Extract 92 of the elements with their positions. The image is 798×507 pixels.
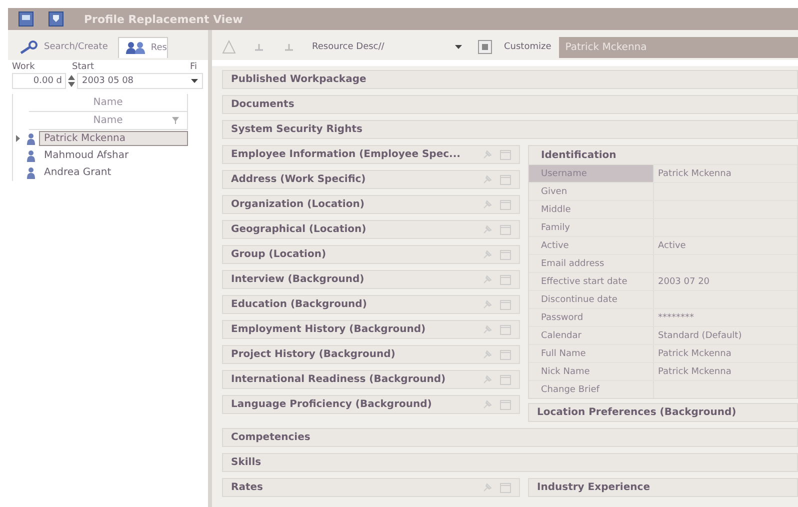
window-icon: [500, 274, 511, 284]
section-header[interactable]: Rates: [222, 478, 520, 497]
work-field[interactable]: 0.00 d: [12, 73, 66, 89]
window-icon: [18, 11, 34, 27]
column-label: Fi: [190, 62, 198, 72]
pin-icon: [482, 300, 492, 310]
pin-icon: [482, 150, 492, 160]
section-header[interactable]: Documents: [222, 95, 798, 114]
resource-name[interactable]: Andrea Grant: [39, 165, 188, 180]
window-title: Profile Replacement View: [84, 12, 243, 26]
section-header[interactable]: Organization (Location): [222, 195, 520, 214]
pin-icon: [482, 274, 492, 284]
pin-icon: [482, 324, 492, 334]
window-icon: [500, 224, 511, 234]
section-header[interactable]: Employment History (Background): [222, 320, 520, 339]
property-label[interactable]: Calendar: [529, 327, 654, 344]
dropdown-icon: [191, 79, 198, 83]
section-header[interactable]: Education (Background): [222, 295, 520, 314]
window-icon: [500, 250, 511, 260]
property-label[interactable]: Given: [529, 183, 654, 200]
window-icon: [500, 200, 511, 210]
column-label: Work: [12, 62, 36, 72]
section-header[interactable]: Project History (Background): [222, 345, 520, 364]
save-icon: [48, 11, 64, 27]
property-value[interactable]: Standard (Default): [654, 327, 797, 344]
window-icon: [500, 300, 511, 310]
window-icon: [500, 150, 511, 160]
people-icon: [124, 40, 147, 54]
column-header[interactable]: Name: [29, 112, 188, 130]
section-header[interactable]: Employee Information (Employee Spec...: [222, 145, 520, 164]
grid-icon: [478, 40, 492, 54]
section-header[interactable]: Language Proficiency (Background): [222, 395, 520, 414]
window-icon: [500, 482, 511, 492]
section-header[interactable]: International Readiness (Background): [222, 370, 520, 389]
pin-icon: [482, 250, 492, 260]
resource-name[interactable]: Patrick Mckenna: [39, 131, 188, 146]
pin-icon: [482, 400, 492, 410]
section-header[interactable]: Competencies: [222, 428, 798, 447]
person-icon: [27, 166, 35, 178]
tab[interactable]: Res: [118, 36, 168, 58]
section-header[interactable]: Skills: [222, 453, 798, 472]
pin-icon: [482, 482, 492, 492]
section-header[interactable]: Group (Location): [222, 245, 520, 264]
pin-icon: [482, 174, 492, 184]
section-header[interactable]: Industry Experience: [528, 478, 798, 497]
property-label[interactable]: Full Name: [529, 345, 654, 362]
property-value[interactable]: Patrick Mckenna: [654, 363, 797, 380]
window-icon: [500, 174, 511, 184]
view-dropdown[interactable]: Resource Desc//: [308, 40, 466, 54]
property-label[interactable]: Nick Name: [529, 363, 654, 380]
property-label[interactable]: Password: [529, 309, 654, 326]
section-header[interactable]: Published Workpackage: [222, 70, 798, 89]
section-header[interactable]: Location Preferences (Background): [528, 403, 798, 422]
section-header[interactable]: Geographical (Location): [222, 220, 520, 239]
property-label[interactable]: Change Brief: [529, 381, 654, 398]
resource-name[interactable]: Mahmoud Afshar: [39, 148, 188, 163]
section-header[interactable]: System Security Rights: [222, 120, 798, 139]
dropdown-icon: [455, 45, 462, 49]
property-value[interactable]: Patrick Mckenna: [654, 345, 797, 362]
section-header[interactable]: Address (Work Specific): [222, 170, 520, 189]
window-icon: [500, 374, 511, 384]
property-value[interactable]: ********: [654, 309, 797, 326]
property-label[interactable]: Discontinue date: [529, 291, 654, 308]
property-label[interactable]: Family: [529, 219, 654, 236]
row-pointer-icon: [16, 135, 20, 142]
window-icon: [500, 350, 511, 360]
pin-icon: [482, 350, 492, 360]
panel-title: Identification: [540, 148, 618, 162]
property-label[interactable]: Active: [529, 237, 654, 254]
window-icon: [500, 400, 511, 410]
warning-icon: [222, 40, 236, 54]
property-label[interactable]: Effective start date: [529, 273, 654, 290]
property-label[interactable]: Email address: [529, 255, 654, 272]
column-label: Start: [72, 62, 95, 72]
property-value[interactable]: 2003 07 20: [654, 273, 797, 290]
property-value[interactable]: Active: [654, 237, 797, 254]
person-icon: [27, 132, 35, 144]
window-icon: [500, 324, 511, 334]
customize-button[interactable]: Customize: [504, 42, 552, 52]
date-field[interactable]: 2003 05 08: [77, 73, 203, 89]
pin-icon: [482, 374, 492, 384]
column-header: Name: [29, 94, 188, 112]
pin-icon: [482, 200, 492, 210]
property-value[interactable]: Patrick Mckenna: [654, 165, 797, 182]
magnifier-icon: [18, 40, 40, 54]
tab[interactable]: Search/Create: [12, 37, 114, 57]
person-icon: [27, 150, 35, 162]
spinner-icon: [68, 74, 75, 88]
pin-icon: [482, 224, 492, 234]
section-header[interactable]: Interview (Background): [222, 270, 520, 289]
property-label[interactable]: Middle: [529, 201, 654, 218]
filter-icon: [172, 117, 179, 124]
